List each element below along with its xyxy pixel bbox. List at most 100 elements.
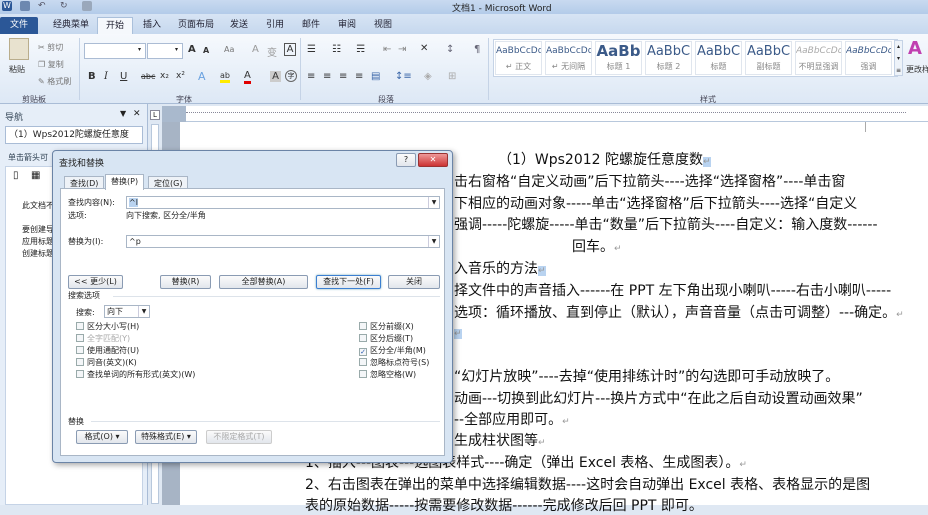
nav-pages-tab-icon[interactable]: ▦ bbox=[31, 170, 40, 181]
checkbox-option[interactable]: 忽略空格(W) bbox=[359, 369, 416, 380]
italic-icon[interactable]: I bbox=[104, 71, 108, 82]
font-name-combo[interactable]: ▾ bbox=[84, 43, 146, 59]
asian-layout-icon[interactable]: ✕ bbox=[420, 43, 428, 54]
checkbox-option[interactable]: 区分前缀(X) bbox=[359, 321, 414, 332]
tab-replace[interactable]: 替换(P) bbox=[105, 174, 145, 190]
shrink-font-icon[interactable]: A bbox=[203, 46, 209, 55]
less-button[interactable]: << 更少(L) bbox=[68, 275, 123, 289]
print-preview-icon[interactable] bbox=[82, 1, 92, 11]
replace-button[interactable]: 替换(R) bbox=[160, 275, 211, 289]
font-color-icon[interactable]: A bbox=[244, 70, 251, 84]
char-shading-icon[interactable]: A bbox=[270, 71, 281, 82]
increase-indent-icon[interactable]: ⇥ bbox=[398, 44, 406, 55]
checkbox-option[interactable]: 区分后缀(T) bbox=[359, 333, 413, 344]
tab-insert[interactable]: 插入 bbox=[135, 17, 169, 34]
find-input[interactable]: ^l ▼ bbox=[126, 196, 440, 209]
clear-format-icon[interactable]: A bbox=[252, 44, 259, 55]
checkbox[interactable] bbox=[76, 370, 84, 378]
show-marks-icon[interactable]: ¶ bbox=[474, 44, 480, 55]
checkbox-option[interactable]: 忽略标点符号(S) bbox=[359, 357, 429, 368]
style-emphasis[interactable]: AaBbCcDd 强调 bbox=[845, 41, 892, 75]
styles-scroll[interactable]: ▴ ▾ ≡ bbox=[894, 40, 903, 76]
close-button[interactable]: 关闭 bbox=[388, 275, 440, 289]
checkbox[interactable] bbox=[359, 370, 367, 378]
enclose-char-icon[interactable]: 字 bbox=[285, 70, 297, 82]
style-normal[interactable]: AaBbCcDd ↵ 正文 bbox=[495, 41, 542, 75]
replace-all-button[interactable]: 全部替换(A) bbox=[219, 275, 308, 289]
align-right-icon[interactable]: ≡ bbox=[339, 71, 347, 82]
superscript-icon[interactable]: x² bbox=[176, 71, 185, 81]
redo-icon[interactable]: ↻ bbox=[60, 1, 70, 11]
phonetic-guide-icon[interactable]: 变 bbox=[267, 44, 277, 59]
style-no-spacing[interactable]: AaBbCcDd ↵ 无间隔 bbox=[545, 41, 592, 75]
distributed-icon[interactable]: ▤ bbox=[371, 71, 380, 82]
tab-send[interactable]: 发送 bbox=[222, 17, 256, 34]
search-direction-select[interactable]: 向下 ▼ bbox=[104, 305, 150, 318]
checkbox[interactable] bbox=[76, 322, 84, 330]
checkbox-option[interactable]: 使用通配符(U) bbox=[76, 345, 139, 356]
style-subtitle[interactable]: AaBbC 副标题 bbox=[745, 41, 792, 75]
shading-icon[interactable]: ◈ bbox=[424, 71, 432, 82]
numbering-icon[interactable]: ☷ bbox=[332, 44, 341, 55]
decrease-indent-icon[interactable]: ⇤ bbox=[383, 44, 391, 55]
line-spacing-icon[interactable]: ↕≡ bbox=[395, 71, 412, 82]
multilevel-list-icon[interactable]: ☴ bbox=[356, 44, 365, 55]
underline-icon[interactable]: U bbox=[120, 71, 127, 82]
nav-search-input[interactable]: （1）Wps2012陀螺旋任意度 bbox=[5, 126, 143, 144]
paste-button[interactable]: 粘贴 bbox=[9, 64, 25, 75]
change-case-icon[interactable]: Aa bbox=[224, 45, 234, 54]
change-styles-icon[interactable]: A bbox=[908, 38, 922, 59]
tab-page-layout[interactable]: 页面布局 bbox=[170, 17, 222, 34]
help-button[interactable]: ? bbox=[396, 153, 416, 167]
copy-button[interactable]: ❐ 复制 bbox=[38, 59, 64, 70]
grow-font-icon[interactable]: A bbox=[188, 44, 196, 55]
format-painter-button[interactable]: ✎ 格式刷 bbox=[38, 76, 71, 87]
checkbox[interactable] bbox=[359, 322, 367, 330]
tab-mailings[interactable]: 邮件 bbox=[294, 17, 328, 34]
checkbox[interactable] bbox=[76, 346, 84, 354]
nav-close-icon[interactable]: ✕ bbox=[133, 109, 141, 119]
bold-icon[interactable]: B bbox=[88, 71, 96, 82]
save-icon[interactable] bbox=[20, 1, 30, 11]
style-title[interactable]: AaBbC 标题 bbox=[695, 41, 742, 75]
nav-headings-tab-icon[interactable]: ▯ bbox=[13, 170, 19, 181]
special-button[interactable]: 特殊格式(E) ▾ bbox=[135, 430, 197, 444]
chevron-down-icon[interactable]: ▼ bbox=[428, 236, 439, 247]
checkbox[interactable] bbox=[359, 358, 367, 366]
chevron-down-icon[interactable]: ▼ bbox=[428, 197, 439, 208]
checkbox-option[interactable]: 区分大小写(H) bbox=[76, 321, 139, 332]
tab-classic-menu[interactable]: 经典菜单 bbox=[45, 17, 97, 34]
checkbox-checked[interactable]: ✓ bbox=[359, 348, 367, 356]
find-next-button[interactable]: 查找下一处(F) bbox=[316, 275, 381, 289]
checkbox-option[interactable]: 查找单词的所有形式(英文)(W) bbox=[76, 369, 195, 380]
font-size-combo[interactable]: ▾ bbox=[147, 43, 183, 59]
tab-home[interactable]: 开始 bbox=[97, 17, 134, 34]
subscript-icon[interactable]: x₂ bbox=[160, 71, 169, 81]
style-heading-1[interactable]: AaBb 标题 1 bbox=[595, 41, 642, 75]
strikethrough-icon[interactable]: abc bbox=[141, 72, 155, 81]
tab-file[interactable]: 文件 bbox=[0, 17, 38, 34]
text-effect-icon[interactable]: A bbox=[198, 70, 206, 83]
change-styles-button[interactable]: 更改样 bbox=[906, 64, 928, 75]
char-border-icon[interactable]: A bbox=[284, 43, 296, 56]
checkbox-option[interactable]: ✓ 区分全/半角(M) bbox=[359, 345, 426, 356]
checkbox[interactable] bbox=[76, 358, 84, 366]
style-subtle-emphasis[interactable]: AaBbCcDd 不明显强调 bbox=[795, 41, 842, 75]
align-left-icon[interactable]: ≡ bbox=[307, 71, 315, 82]
paste-icon[interactable] bbox=[9, 38, 29, 60]
cut-button[interactable]: ✂ 剪切 bbox=[38, 42, 63, 53]
nav-menu-icon[interactable]: ▼ bbox=[120, 109, 126, 118]
align-center-icon[interactable]: ≡ bbox=[323, 71, 331, 82]
format-button[interactable]: 格式(O) ▾ bbox=[76, 430, 128, 444]
tab-view[interactable]: 视图 bbox=[366, 17, 400, 34]
undo-icon[interactable]: ↶ bbox=[38, 1, 48, 11]
close-x-button[interactable]: ✕ bbox=[418, 153, 448, 167]
checkbox-option[interactable]: 同音(英文)(K) bbox=[76, 357, 137, 368]
justify-icon[interactable]: ≡ bbox=[355, 71, 363, 82]
sort-icon[interactable]: ↕ bbox=[446, 44, 454, 55]
borders-icon[interactable]: ⊞ bbox=[448, 71, 456, 82]
checkbox[interactable] bbox=[359, 334, 367, 342]
bullets-icon[interactable]: ☰ bbox=[307, 44, 316, 55]
tab-references[interactable]: 引用 bbox=[258, 17, 292, 34]
highlight-icon[interactable]: ab bbox=[220, 71, 230, 83]
